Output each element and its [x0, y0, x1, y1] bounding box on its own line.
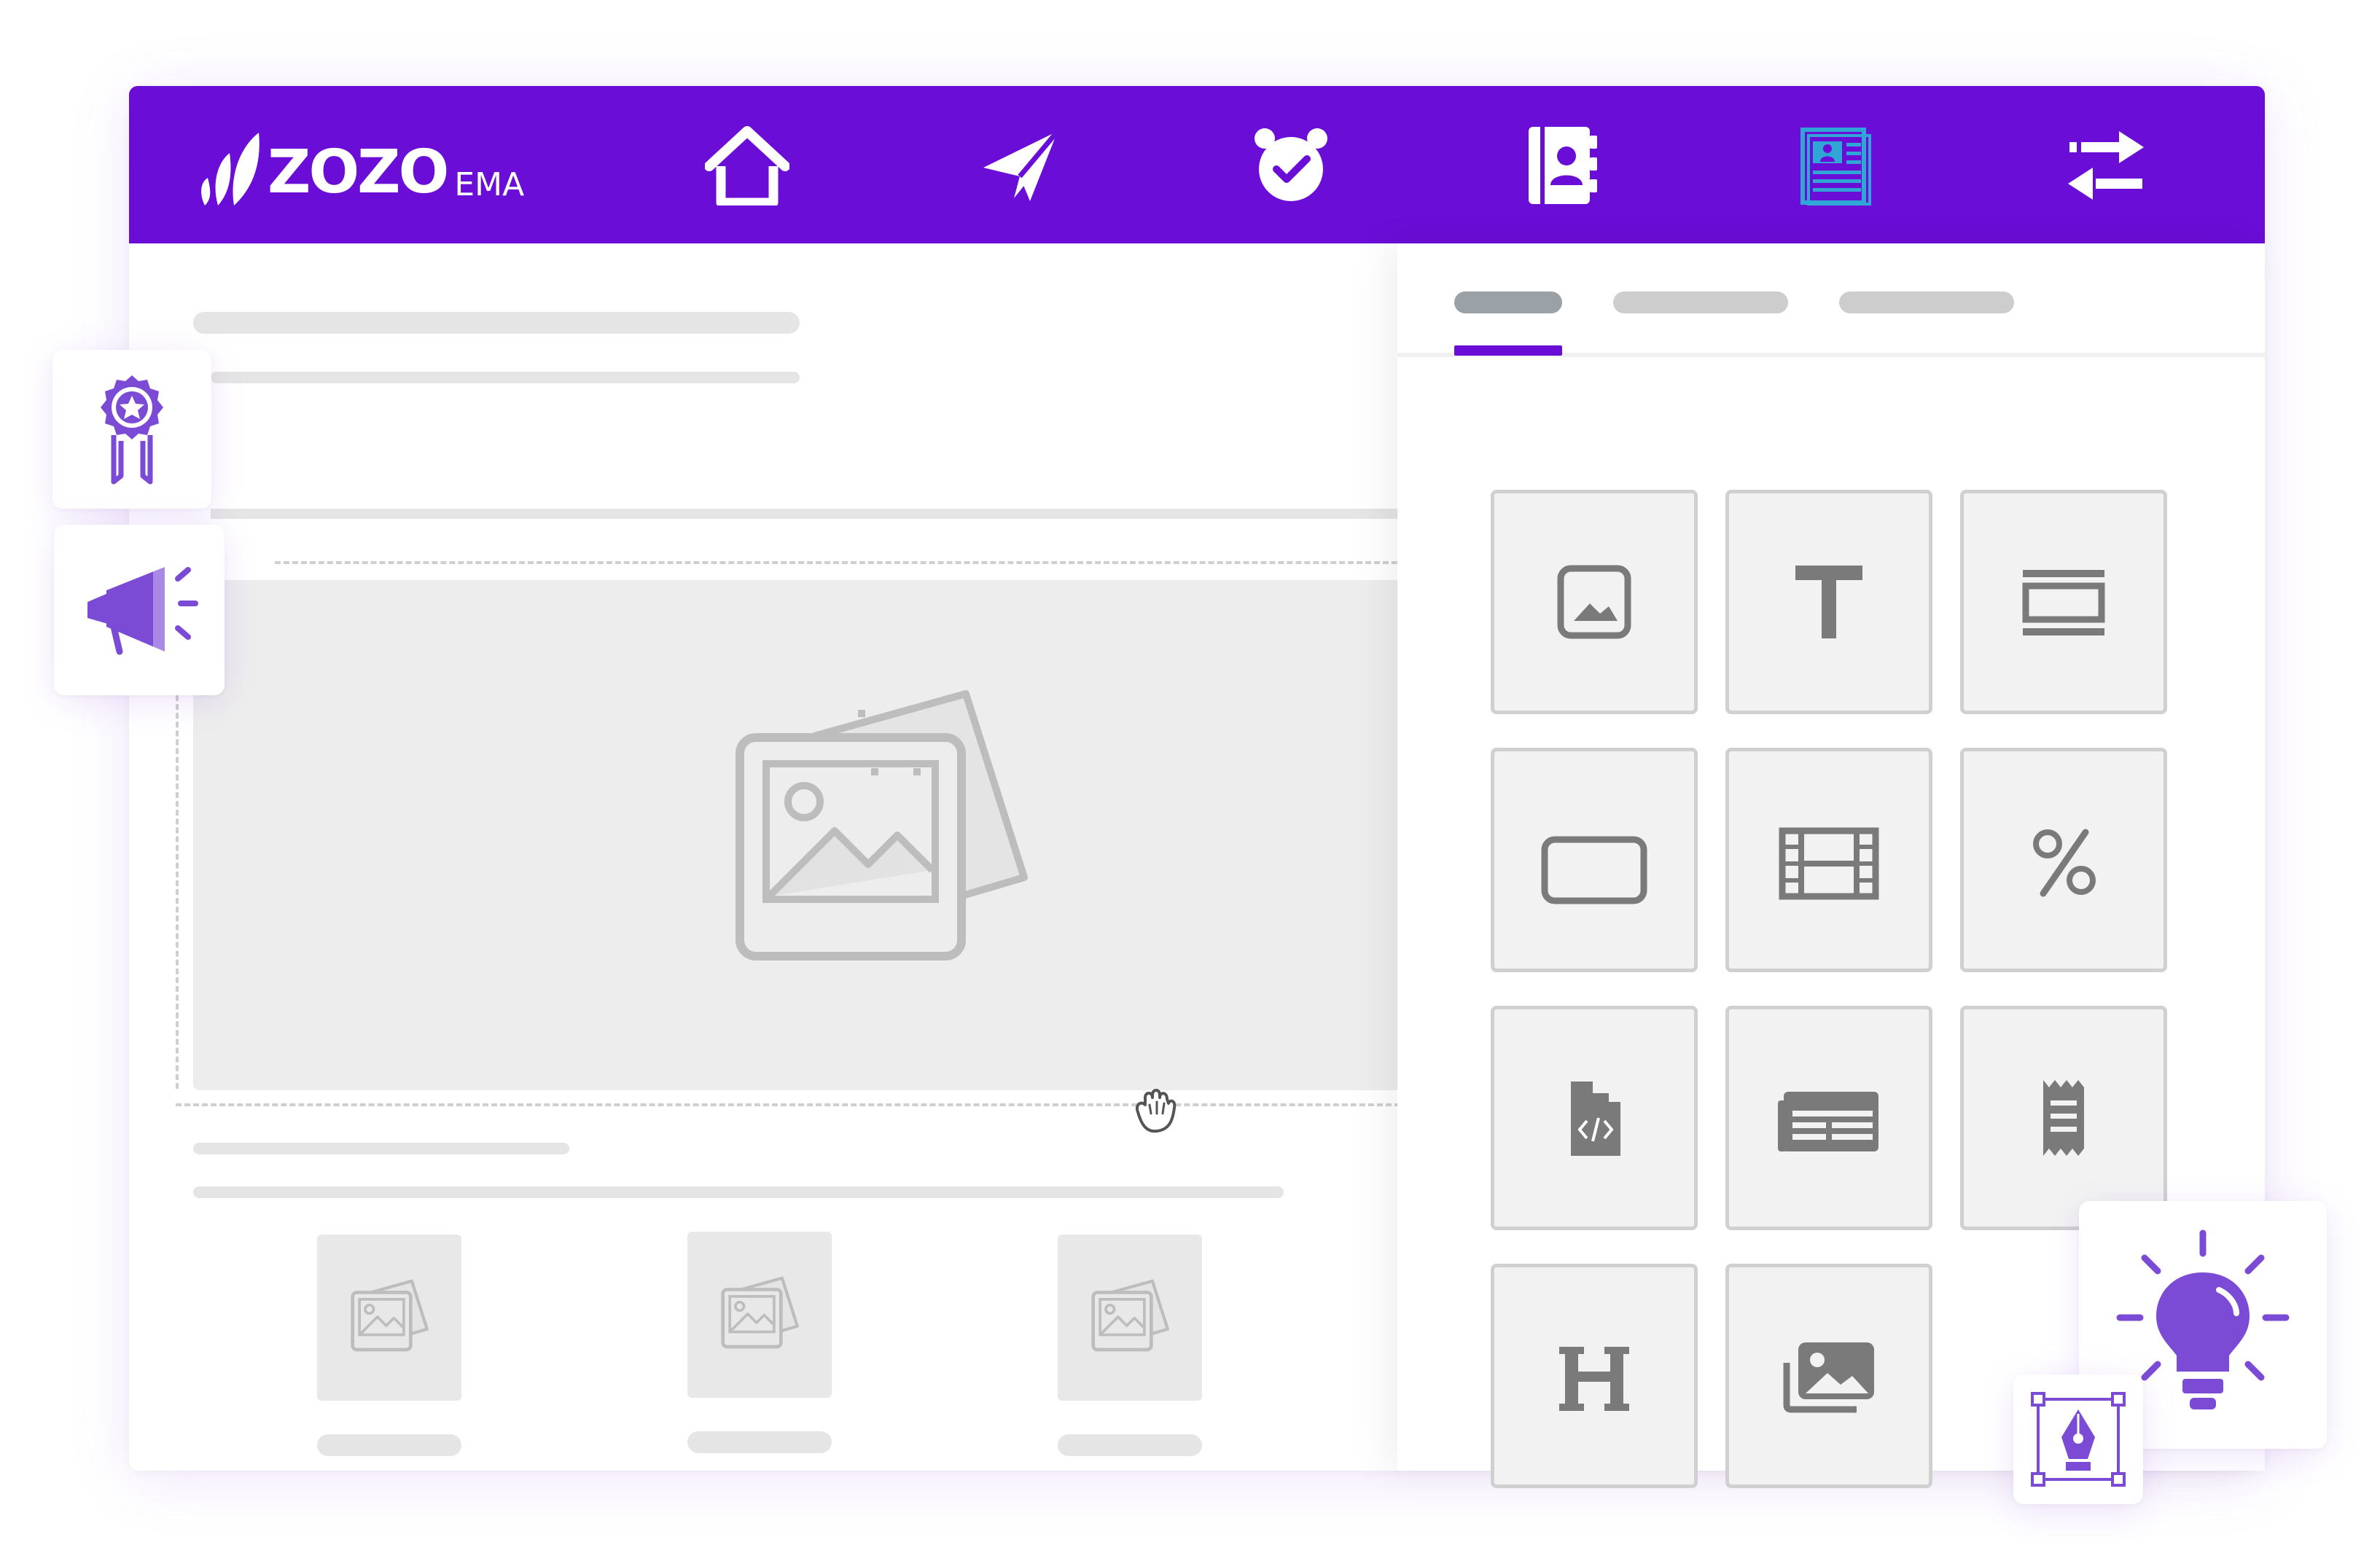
grab-cursor-icon: [1136, 1089, 1177, 1133]
coupon-block-icon: [2033, 829, 2096, 897]
brand-logo[interactable]: ZOZO EMA: [192, 127, 524, 207]
email-canvas[interactable]: [129, 243, 1397, 1471]
product-title-placeholder: [1058, 1434, 1202, 1456]
logo-mark-icon: [201, 133, 260, 206]
app-window: ZOZO EMA: [129, 86, 2265, 1488]
image-placeholder-icon: [1091, 1279, 1169, 1352]
block-coupon[interactable]: [1960, 748, 2167, 972]
paper-plane-icon: [983, 129, 1060, 201]
nav-contacts[interactable]: [1517, 125, 1604, 206]
product-image-placeholder[interactable]: [1058, 1235, 1202, 1401]
heading-block-icon: [1559, 1347, 1629, 1411]
product-title-placeholder: [687, 1431, 832, 1453]
home-icon: [705, 126, 789, 206]
product-image-placeholder[interactable]: [687, 1232, 832, 1398]
text-placeholder: [211, 372, 800, 383]
block-receipt[interactable]: [1960, 1006, 2167, 1230]
block-html[interactable]: [1491, 1006, 1698, 1230]
megaphone-card: [54, 525, 225, 695]
product-title-placeholder: [317, 1434, 461, 1456]
award-ribbon-icon: [101, 375, 163, 485]
tab-settings[interactable]: [1839, 292, 2014, 313]
text-placeholder: [193, 312, 800, 334]
button-block-icon: [1541, 836, 1647, 904]
block-button[interactable]: [1491, 748, 1698, 972]
top-nav-bar: ZOZO EMA: [129, 86, 2265, 243]
block-video[interactable]: [1725, 748, 1932, 972]
block-image-gallery[interactable]: [1725, 1264, 1932, 1488]
video-block-icon: [1779, 827, 1879, 900]
transfer-arrows-icon: [2068, 131, 2144, 200]
active-tab-indicator: [1454, 345, 1562, 356]
nav-templates[interactable]: [1791, 125, 1878, 206]
html-block-icon: [1571, 1082, 1620, 1156]
receipt-block-icon: [2043, 1080, 2084, 1156]
image-block-icon: [1557, 565, 1631, 639]
block-table[interactable]: [1725, 1006, 1932, 1230]
text-block-icon: [1795, 566, 1862, 638]
block-heading[interactable]: [1491, 1264, 1698, 1488]
product-image-placeholder[interactable]: [317, 1235, 461, 1401]
brand-name: ZOZO: [268, 138, 449, 207]
address-book-icon: [1529, 127, 1597, 204]
table-block-icon: [1778, 1092, 1878, 1151]
text-placeholder: [193, 1143, 569, 1154]
selection-outline-left: [176, 695, 179, 1089]
image-gallery-block-icon: [1783, 1342, 1874, 1413]
image-placeholder-icon: [721, 1276, 799, 1349]
selection-outline-bottom: [176, 1103, 1397, 1106]
award-card: [52, 350, 211, 509]
nav-integrations[interactable]: [2062, 125, 2150, 206]
nav-scheduler[interactable]: [1247, 125, 1335, 206]
block-text[interactable]: [1725, 490, 1932, 714]
image-placeholder-icon: [736, 690, 1028, 961]
tab-blocks[interactable]: [1454, 292, 1562, 313]
megaphone-icon: [87, 567, 198, 655]
pen-tool-card: [2013, 1374, 2143, 1504]
selection-outline-top: [275, 561, 1397, 564]
alarm-clock-icon: [1255, 128, 1327, 201]
block-divider[interactable]: [1960, 490, 2167, 714]
newsletter-icon: [1800, 128, 1871, 206]
tab-rows[interactable]: [1613, 292, 1788, 313]
section-divider: [211, 509, 1397, 519]
block-image[interactable]: [1491, 490, 1698, 714]
text-placeholder: [193, 1186, 1284, 1198]
divider-block-icon: [2022, 570, 2105, 635]
pen-tool-icon: [2031, 1392, 2126, 1487]
nav-home[interactable]: [703, 125, 791, 206]
brand-suffix: EMA: [454, 166, 525, 203]
image-placeholder-icon: [351, 1279, 429, 1352]
nav-campaigns[interactable]: [978, 125, 1065, 206]
